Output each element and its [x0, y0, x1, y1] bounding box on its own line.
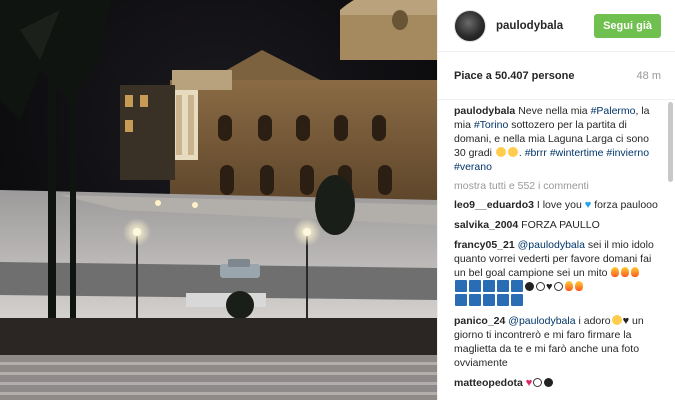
comment-item: salvika_2004 FORZA PAULLO: [454, 218, 663, 232]
comment-username[interactable]: francy05_21: [454, 239, 515, 251]
flag-icon: [483, 280, 495, 292]
flag-icon: [511, 280, 523, 292]
white-circle-icon: [536, 282, 545, 291]
username-link[interactable]: paulodybala: [496, 20, 594, 32]
flag-icon: [469, 280, 481, 292]
comment-text: forza paulooo: [594, 199, 658, 211]
post-header: paulodybala Segui già: [438, 0, 675, 52]
comment-username[interactable]: matteopedota: [454, 377, 523, 389]
white-circle-icon: [533, 378, 543, 387]
flag-icon: [511, 294, 523, 306]
fire-icon: [631, 267, 640, 277]
crying-face-icon: [495, 147, 506, 157]
fire-icon: [564, 281, 573, 291]
comment-list[interactable]: paulodybala Neve nella mia #Palermo, la …: [438, 100, 675, 400]
hashtag-link[interactable]: #brrr: [525, 147, 547, 159]
night-snow-photo: [0, 0, 437, 400]
black-circle-icon: [525, 282, 534, 291]
hashtag-link[interactable]: #wintertime: [550, 147, 604, 159]
follow-button[interactable]: Segui già: [594, 13, 661, 38]
flag-icon: [497, 294, 509, 306]
post-time[interactable]: 48 m: [637, 70, 661, 82]
comment-item: francy05_21 @paulodybala sei il mio idol…: [454, 238, 663, 308]
red-heart-icon: ♥: [525, 377, 533, 389]
hashtag-link[interactable]: #Torino: [474, 119, 508, 131]
flag-icon: [469, 294, 481, 306]
mention-link[interactable]: @paulodybala: [518, 239, 585, 251]
caption-username[interactable]: paulodybala: [454, 105, 515, 117]
black-heart-icon: ♥: [546, 281, 553, 293]
comment-username[interactable]: leo9__eduardo3: [454, 199, 534, 211]
flag-icon: [455, 294, 467, 306]
fire-icon: [574, 281, 583, 291]
flag-icon: [497, 280, 509, 292]
avatar[interactable]: [454, 9, 486, 42]
comments-scrollbar[interactable]: [668, 102, 673, 182]
emoji-icon: [611, 315, 622, 325]
comment-username[interactable]: salvika_2004: [454, 219, 518, 231]
hashtag-link[interactable]: #verano: [454, 161, 492, 173]
comment-text: FORZA PAULLO: [521, 219, 600, 231]
likes-count[interactable]: Piace a 50.407 persone: [454, 70, 574, 82]
white-circle-icon: [553, 282, 563, 291]
flag-icon: [455, 280, 467, 292]
post-photo[interactable]: [0, 0, 437, 400]
post-side-panel: paulodybala Segui già Piace a 50.407 per…: [437, 0, 675, 400]
crying-face-icon: [507, 147, 518, 157]
comment-item: panico_24 @paulodybala i adoro ♥ un giorn…: [454, 314, 663, 370]
fire-icon: [621, 267, 630, 277]
comment-text: I love you: [536, 199, 582, 211]
comment-item: matteopedota ♥: [454, 376, 663, 390]
comment-text: i adoro: [575, 315, 611, 327]
likes-row: Piace a 50.407 persone 48 m: [438, 52, 675, 100]
caption: paulodybala Neve nella mia #Palermo, la …: [454, 104, 663, 174]
black-circle-icon: [544, 378, 554, 387]
mention-link[interactable]: @paulodybala: [508, 315, 575, 327]
blue-heart-icon: ♥: [584, 199, 592, 211]
comment-item: leo9__eduardo3 I love you ♥ forza pauloo…: [454, 198, 663, 212]
show-all-comments-link[interactable]: mostra tutti e 552 i commenti: [454, 180, 663, 192]
flag-icon: [483, 294, 495, 306]
hashtag-link[interactable]: #invierno: [606, 147, 649, 159]
fire-icon: [611, 267, 620, 277]
comment-username[interactable]: panico_24: [454, 315, 505, 327]
hashtag-link[interactable]: #Palermo: [591, 105, 636, 117]
caption-text: Neve nella mia: [518, 105, 591, 117]
